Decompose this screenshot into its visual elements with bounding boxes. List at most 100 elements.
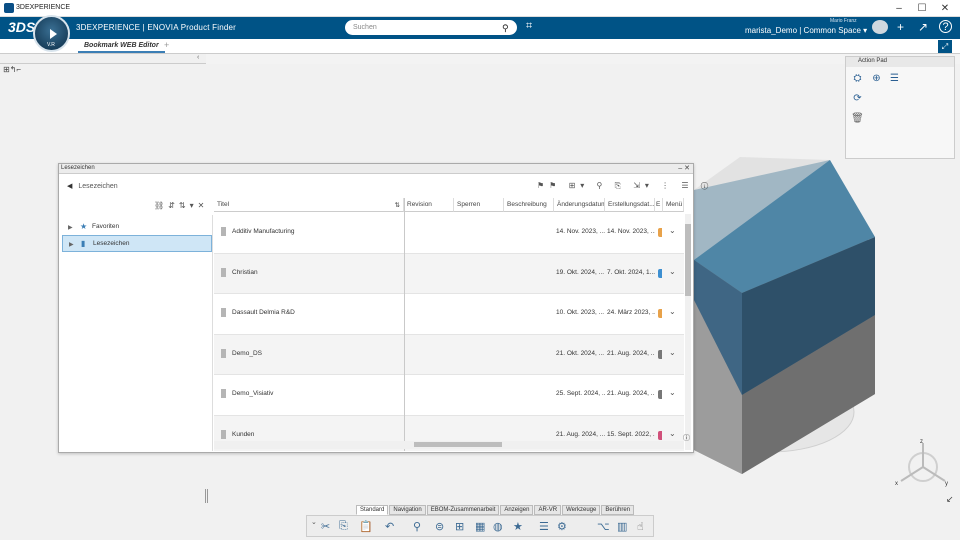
sort-icon: ⇅ bbox=[394, 202, 400, 209]
maximize-button[interactable]: ☐ bbox=[911, 1, 933, 16]
tree-item-lesezeichen[interactable]: ▶ ▮ Lesezeichen bbox=[62, 235, 212, 252]
table-row[interactable]: Demo_DS 21. Okt. 2024, ... 21. Aug. 2024, … bbox=[214, 334, 684, 375]
dialog-window-controls[interactable]: – ✕ bbox=[678, 164, 690, 172]
tab-bookmark-web-editor[interactable]: Bookmark WEB Editor bbox=[78, 40, 165, 53]
col-header-beschreibung[interactable]: Beschreibung bbox=[504, 198, 554, 212]
3ds-logo[interactable]: 3DS bbox=[8, 19, 35, 35]
network-icon[interactable]: ⛭ bbox=[851, 72, 864, 85]
globe-add-icon[interactable]: ⊕ bbox=[870, 72, 883, 85]
expand-icon[interactable]: ▶ bbox=[68, 224, 73, 231]
action-bar: ⌄ ✂ ⎘ 📋 ↶ ⚲ ⊜ ⊞ ▦ ◍ ★ ☰ ⚙ ⌥ ▥ ☝ bbox=[306, 515, 654, 537]
dialog-title: Lesezeichen bbox=[61, 165, 95, 171]
collab-space-selector[interactable]: marista_Demo | Common Space ▾ bbox=[745, 26, 867, 35]
chevron-down-icon[interactable]: ⌄ bbox=[669, 226, 676, 235]
tab-anzeigen[interactable]: Anzeigen bbox=[500, 505, 534, 515]
breadcrumb[interactable]: ◀ Lesezeichen bbox=[67, 182, 118, 190]
axis-y-label: y bbox=[945, 481, 948, 487]
chevron-down-icon[interactable]: ⌄ bbox=[669, 348, 676, 357]
col-header-aenderungsdatum[interactable]: Änderungsdatum bbox=[554, 198, 605, 212]
compass-button[interactable]: V.R bbox=[33, 15, 70, 52]
chevron-down-icon[interactable]: ⌄ bbox=[669, 388, 676, 397]
col-header-e[interactable]: E bbox=[655, 198, 663, 212]
table-row[interactable]: Christian 19. Okt. 2024, ... 7. Okt. 2024,… bbox=[214, 253, 684, 294]
fullscreen-icon[interactable]: ⤢ bbox=[938, 40, 952, 53]
dialog-header[interactable]: Lesezeichen – ✕ bbox=[59, 164, 693, 174]
vertical-scrollbar[interactable] bbox=[685, 214, 691, 450]
tab-standard[interactable]: Standard bbox=[356, 505, 389, 515]
table-icon[interactable]: ▦ bbox=[475, 520, 485, 533]
cell-created: 7. Okt. 2024, 1... bbox=[607, 268, 655, 276]
axis-triad[interactable]: z x y bbox=[895, 437, 955, 487]
col-header-menue[interactable]: Menü bbox=[663, 198, 684, 212]
col-header-revision[interactable]: Revision bbox=[404, 198, 454, 212]
table-row[interactable]: Dassault Delmia R&D 10. Okt. 2023, ... 24.… bbox=[214, 294, 684, 335]
paste-icon[interactable]: 📋 bbox=[359, 520, 373, 533]
scroll-thumb[interactable] bbox=[414, 442, 502, 447]
collapse-icon[interactable]: ‹ bbox=[197, 54, 199, 61]
settings-icon[interactable]: ⚙ bbox=[557, 520, 567, 533]
tree-icon[interactable]: ⌥ bbox=[597, 520, 610, 533]
action-bar-expand-icon[interactable]: ⌄ bbox=[311, 518, 317, 526]
col-header-erstellungsdatum[interactable]: Erstellungsdat... bbox=[605, 198, 655, 212]
cut-icon[interactable]: ✂ bbox=[321, 520, 330, 533]
touch-icon[interactable]: ☝ bbox=[637, 520, 644, 533]
star-icon[interactable]: ★ bbox=[513, 520, 523, 533]
tab-werkzeuge[interactable]: Werkzeuge bbox=[562, 505, 601, 515]
search-input[interactable]: Suchen ⚲ bbox=[345, 20, 517, 35]
status-badge bbox=[658, 268, 662, 278]
dialog-toolbar[interactable]: ⚑⚑ ⊞▾ ⚲ ⎘ ⇲▾ ⋮ ☰ ⓘ bbox=[537, 181, 713, 191]
refresh-icon[interactable]: ⟳ bbox=[851, 92, 864, 105]
resize-icon[interactable]: ↙ bbox=[946, 494, 954, 505]
action-pad-header[interactable]: Action Pad bbox=[846, 57, 954, 67]
tab-ber-hren[interactable]: Berühren bbox=[601, 505, 635, 515]
cell-created: 24. März 2023, ... bbox=[607, 309, 655, 316]
col-header-sperren[interactable]: Sperren bbox=[454, 198, 504, 212]
tag-icon[interactable]: ⌗ bbox=[526, 20, 532, 33]
copy-icon[interactable]: ⎘ bbox=[339, 520, 348, 533]
bookmark-dialog: Lesezeichen – ✕ ◀ Lesezeichen ⚑⚑ ⊞▾ ⚲ ⎘ ⇲… bbox=[58, 163, 708, 453]
expand-icon[interactable]: ▶ bbox=[69, 241, 74, 248]
cell-created: 14. Nov. 2023, ... bbox=[607, 228, 655, 235]
scroll-thumb[interactable] bbox=[685, 224, 691, 296]
add-tab-button[interactable]: + bbox=[164, 40, 169, 50]
measure-icon[interactable]: ⊜ bbox=[435, 520, 444, 533]
avatar[interactable] bbox=[872, 20, 888, 34]
list-icon[interactable]: ☰ bbox=[539, 520, 549, 533]
chevron-down-icon[interactable]: ⌄ bbox=[669, 267, 676, 276]
globe-icon[interactable]: ◍ bbox=[493, 520, 503, 533]
tree-toolbar[interactable]: ⛓⇵⇅▾✕ bbox=[154, 201, 208, 210]
info-icon[interactable]: ⓘ bbox=[683, 433, 690, 443]
chevron-down-icon[interactable]: ⌄ bbox=[669, 429, 676, 438]
table-row[interactable]: Demo_Visiativ 25. Sept. 2024, ... 21. Aug.… bbox=[214, 375, 684, 416]
books-icon[interactable]: ▥ bbox=[617, 520, 627, 533]
table-row[interactable]: Additiv Manufacturing 14. Nov. 2023, ... 1… bbox=[214, 213, 684, 254]
trash-icon[interactable]: 🗑 bbox=[851, 112, 864, 125]
help-icon[interactable]: ? bbox=[939, 20, 952, 33]
search-icon[interactable]: ⚲ bbox=[502, 23, 509, 34]
horizontal-scrollbar[interactable] bbox=[214, 441, 684, 449]
tab-ebom-zusammenarbeit[interactable]: EBOM-Zusammenarbeit bbox=[426, 505, 500, 515]
list-icon[interactable]: ☰ bbox=[888, 72, 901, 85]
axis-z-label: z bbox=[920, 439, 923, 445]
splitter-handle[interactable] bbox=[205, 489, 208, 503]
zoom-icon[interactable]: ⚲ bbox=[413, 520, 421, 533]
close-button[interactable]: ✕ bbox=[934, 1, 956, 16]
col-header-titel[interactable]: Titel ⇅ bbox=[214, 198, 404, 212]
bookmark-icon bbox=[221, 348, 226, 358]
compare-icon[interactable]: ⊞ bbox=[455, 520, 464, 533]
share-icon[interactable]: ↗ bbox=[918, 20, 928, 34]
chevron-down-icon[interactable]: ⌄ bbox=[669, 307, 676, 316]
status-badge bbox=[658, 390, 662, 399]
undo-icon[interactable]: ↶ bbox=[385, 520, 394, 533]
cell-changed: 21. Okt. 2024, ... bbox=[556, 349, 605, 357]
minimize-button[interactable]: – bbox=[888, 1, 910, 16]
action-bar-tabs: Standard Navigation EBOM-Zusammenarbeit Anz… bbox=[356, 505, 635, 515]
tab-navigation[interactable]: Navigation bbox=[389, 505, 426, 515]
tree-tools-icon[interactable]: ⊞↰⌐ bbox=[3, 65, 21, 74]
tree-item-favoriten[interactable]: ▶ ★ Favoriten bbox=[62, 219, 212, 236]
window-title: 3DEXPERIENCE bbox=[16, 4, 71, 11]
add-icon[interactable]: + bbox=[897, 20, 904, 34]
3d-model[interactable] bbox=[660, 150, 890, 480]
tab-ar-vr[interactable]: AR-VR bbox=[534, 505, 562, 515]
back-icon[interactable]: ◀ bbox=[67, 183, 72, 190]
